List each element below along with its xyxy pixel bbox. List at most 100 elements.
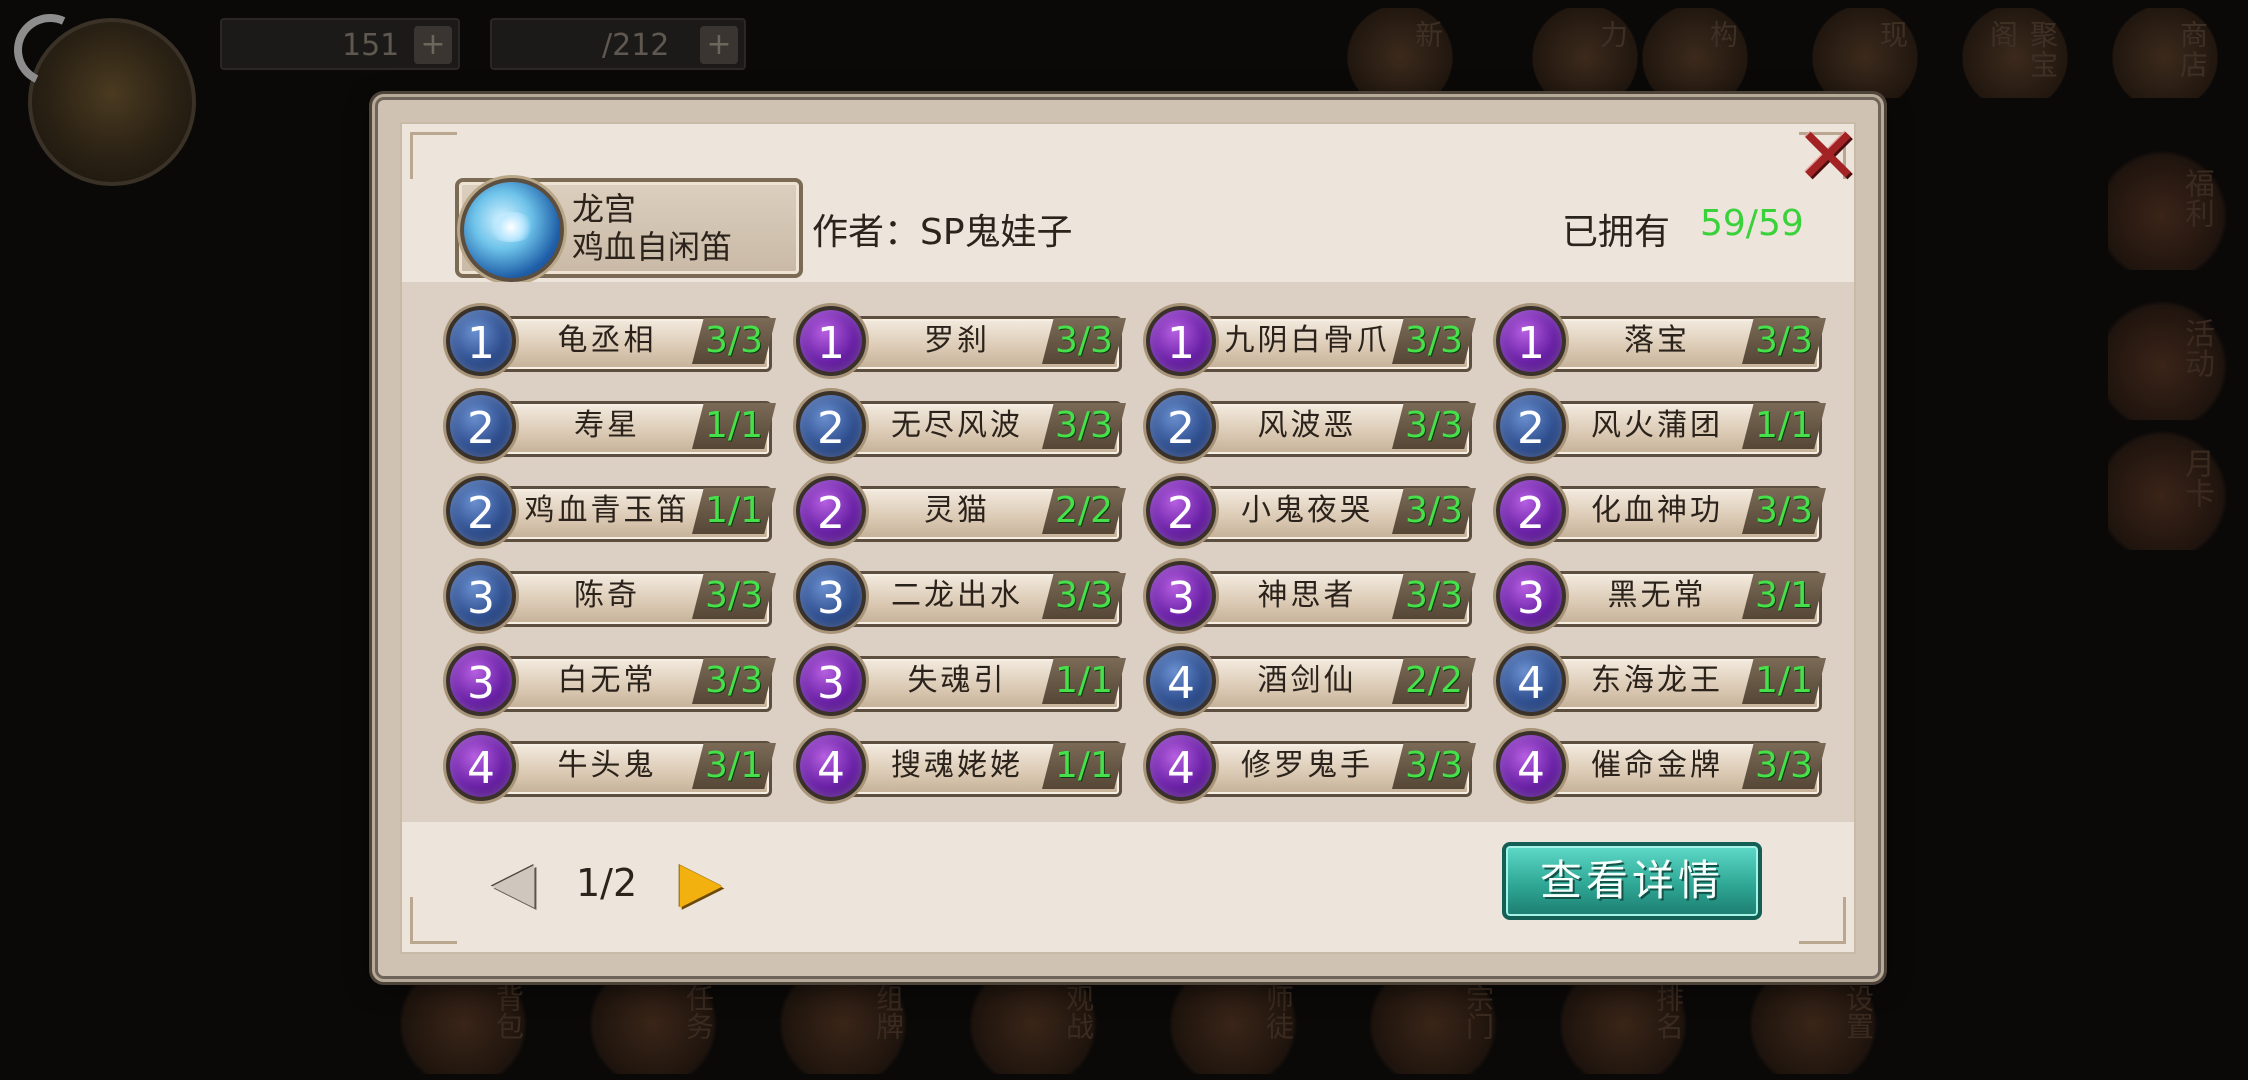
card-name: 化血神功 [1591, 493, 1723, 528]
card-quantity: 3/1 [692, 743, 776, 789]
card-cost: 1 [1146, 306, 1216, 376]
bottom-icon-ranking[interactable]: 排名 [1560, 974, 1700, 1074]
card-cost: 3 [796, 646, 866, 716]
add-cards-button[interactable]: + [700, 26, 738, 64]
bottom-icon-mentor[interactable]: 师徒 [1170, 974, 1310, 1074]
card-quantity: 3/3 [692, 318, 776, 364]
bottom-icon-bag[interactable]: 背包 [400, 974, 540, 1074]
card-quantity: 3/1 [1742, 573, 1826, 619]
card-entry[interactable]: 3 陈奇 3/3 [446, 561, 776, 631]
top-icon-now[interactable]: 现 [1810, 8, 1920, 98]
resource-cards: /212 + [490, 18, 746, 70]
bottom-icon-tasks[interactable]: 任务 [590, 974, 730, 1074]
card-quantity: 3/3 [1742, 488, 1826, 534]
card-entry[interactable]: 1 九阴白骨爪 3/3 [1146, 306, 1476, 376]
card-name: 罗刹 [924, 323, 990, 358]
card-entry[interactable]: 1 罗刹 3/3 [796, 306, 1126, 376]
card-quantity: 3/3 [1392, 743, 1476, 789]
card-name: 失魂引 [907, 663, 1007, 698]
card-entry[interactable]: 3 二龙出水 3/3 [796, 561, 1126, 631]
card-entry[interactable]: 2 无尽风波 3/3 [796, 391, 1126, 461]
top-icon-shop[interactable]: 商店 [2110, 8, 2220, 98]
card-name: 白无常 [557, 663, 657, 698]
card-quantity: 3/3 [1392, 573, 1476, 619]
card-entry[interactable]: 3 失魂引 1/1 [796, 646, 1126, 716]
card-quantity: 1/1 [1042, 658, 1126, 704]
card-entry[interactable]: 2 化血神功 3/3 [1496, 476, 1826, 546]
card-cost: 2 [446, 476, 516, 546]
bottom-icon-spectate[interactable]: 观战 [970, 974, 1110, 1074]
card-quantity: 3/3 [692, 573, 776, 619]
side-icon-monthly-card[interactable]: 月卡 [2108, 430, 2228, 550]
card-quantity: 3/3 [1392, 318, 1476, 364]
card-entry[interactable]: 4 搜魂姥姥 1/1 [796, 731, 1126, 801]
top-icon-power[interactable]: 力 [1530, 8, 1640, 98]
card-cost: 2 [1496, 391, 1566, 461]
chevron-right-icon[interactable]: ▶ [676, 855, 726, 911]
card-entry[interactable]: 4 修罗鬼手 3/3 [1146, 731, 1476, 801]
card-entry[interactable]: 2 小鬼夜哭 3/3 [1146, 476, 1476, 546]
card-cost: 4 [446, 731, 516, 801]
card-entry[interactable]: 4 酒剑仙 2/2 [1146, 646, 1476, 716]
card-quantity: 1/1 [692, 488, 776, 534]
card-cost: 1 [1496, 306, 1566, 376]
bottom-icon-sect[interactable]: 宗门 [1370, 974, 1510, 1074]
card-cost: 3 [1146, 561, 1216, 631]
card-entry[interactable]: 2 鸡血青玉笛 1/1 [446, 476, 776, 546]
top-icon-treasure-pavilion[interactable]: 聚宝阁 [1960, 8, 2070, 98]
card-name: 东海龙王 [1591, 663, 1723, 698]
view-details-button[interactable]: 查看详情 [1502, 842, 1762, 920]
card-quantity: 3/3 [692, 658, 776, 704]
card-entry[interactable]: 4 催命金牌 3/3 [1496, 731, 1826, 801]
top-icon-new[interactable]: 新 [1345, 8, 1455, 98]
corner-ornament [1799, 897, 1846, 944]
card-quantity: 3/3 [1042, 318, 1126, 364]
card-name: 酒剑仙 [1257, 663, 1357, 698]
bottom-icon-deck[interactable]: 组牌 [780, 974, 920, 1074]
card-cost: 1 [446, 306, 516, 376]
card-quantity: 3/3 [1042, 573, 1126, 619]
card-entry[interactable]: 1 落宝 3/3 [1496, 306, 1826, 376]
bottom-icon-settings[interactable]: 设置 [1750, 974, 1890, 1074]
card-cost: 4 [1146, 646, 1216, 716]
card-name: 二龙出水 [891, 578, 1023, 613]
card-name: 寿星 [574, 408, 640, 443]
card-cost: 1 [796, 306, 866, 376]
card-cost: 2 [1496, 476, 1566, 546]
card-entry[interactable]: 2 风波恶 3/3 [1146, 391, 1476, 461]
chevron-left-icon[interactable]: ◀ [488, 855, 538, 911]
card-name: 风火蒲团 [1591, 408, 1723, 443]
card-name: 风波恶 [1257, 408, 1357, 443]
add-gold-button[interactable]: + [414, 26, 452, 64]
side-icon-welfare[interactable]: 福利 [2108, 150, 2228, 270]
card-entry[interactable]: 1 龟丞相 3/3 [446, 306, 776, 376]
card-quantity: 3/3 [1392, 488, 1476, 534]
card-cost: 2 [1146, 476, 1216, 546]
card-quantity: 1/1 [692, 403, 776, 449]
card-name: 黑无常 [1607, 578, 1707, 613]
card-cost: 3 [1496, 561, 1566, 631]
resource-gold: 151 + [220, 18, 460, 70]
card-entry[interactable]: 2 风火蒲团 1/1 [1496, 391, 1826, 461]
card-entry[interactable]: 2 灵猫 2/2 [796, 476, 1126, 546]
page-indicator: 1/2 [576, 861, 638, 905]
card-cost: 4 [1496, 646, 1566, 716]
card-entry[interactable]: 3 黑无常 3/1 [1496, 561, 1826, 631]
card-entry[interactable]: 4 东海龙王 1/1 [1496, 646, 1826, 716]
card-name: 修罗鬼手 [1241, 748, 1373, 783]
owned-count: 59/59 [1700, 203, 1804, 244]
card-entry[interactable]: 3 白无常 3/3 [446, 646, 776, 716]
side-icon-activity[interactable]: 活动 [2108, 300, 2228, 420]
card-name: 小鬼夜哭 [1241, 493, 1373, 528]
close-x-icon[interactable]: ✕ [1795, 118, 1861, 196]
card-name: 九阴白骨爪 [1224, 323, 1390, 358]
deck-hero-avatar [460, 178, 564, 282]
card-entry[interactable]: 3 神思者 3/3 [1146, 561, 1476, 631]
card-entry[interactable]: 4 牛头鬼 3/1 [446, 731, 776, 801]
top-icon-build[interactable]: 构 [1640, 8, 1750, 98]
card-cost: 2 [796, 476, 866, 546]
card-quantity: 3/3 [1042, 403, 1126, 449]
card-quantity: 3/3 [1392, 403, 1476, 449]
card-entry[interactable]: 2 寿星 1/1 [446, 391, 776, 461]
owned-label: 已拥有 [1562, 212, 1671, 253]
